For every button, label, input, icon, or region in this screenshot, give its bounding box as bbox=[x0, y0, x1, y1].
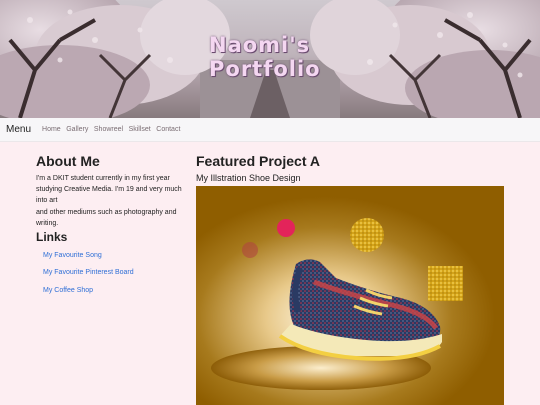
project-subtitle: My Illstration Shoe Design bbox=[196, 173, 301, 183]
about-line-2: and other mediums such as photography an… bbox=[36, 208, 177, 227]
nav-link-contact[interactable]: Contact bbox=[156, 126, 180, 133]
about-text: I'm a DKIT student currently in my first… bbox=[36, 173, 184, 229]
link-pinterest-board[interactable]: My Favourite Pinterest Board bbox=[43, 269, 134, 286]
shoe-illustration bbox=[196, 186, 504, 405]
nav-link-gallery[interactable]: Gallery bbox=[66, 126, 88, 133]
nav-link-skillset[interactable]: Skillset bbox=[129, 126, 151, 133]
links-heading: Links bbox=[36, 230, 68, 244]
hero-banner: Naomi's Portfolio bbox=[0, 0, 540, 118]
link-coffee-shop[interactable]: My Coffee Shop bbox=[43, 287, 134, 304]
title-line-2: Portfolio bbox=[209, 57, 321, 81]
portfolio-title: Naomi's Portfolio bbox=[209, 33, 369, 81]
link-list: My Favourite Song My Favourite Pinterest… bbox=[43, 252, 134, 304]
title-line-1: Naomi's bbox=[209, 33, 311, 57]
navbar-brand-menu[interactable]: Menu bbox=[6, 124, 31, 135]
about-line-1: I'm a DKIT student currently in my first… bbox=[36, 175, 182, 205]
navbar: Menu Home Gallery Showreel Skillset Cont… bbox=[0, 118, 540, 142]
about-heading: About Me bbox=[36, 153, 100, 169]
project-heading: Featured Project A bbox=[196, 153, 320, 169]
nav-link-showreel[interactable]: Showreel bbox=[94, 126, 123, 133]
nav-link-home[interactable]: Home bbox=[42, 126, 61, 133]
link-favourite-song[interactable]: My Favourite Song bbox=[43, 252, 134, 269]
nav-links: Home Gallery Showreel Skillset Contact bbox=[42, 126, 186, 133]
shoe-artwork-image bbox=[196, 186, 504, 405]
